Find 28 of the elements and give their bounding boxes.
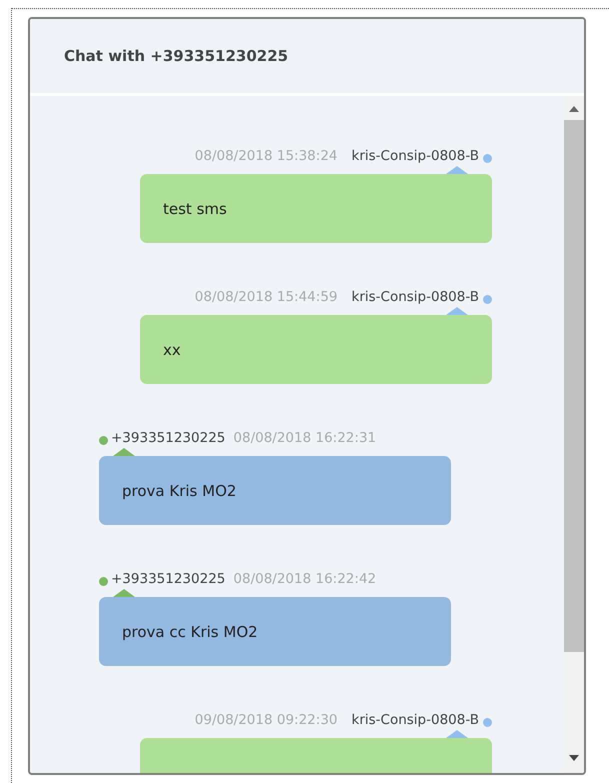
status-dot: [483, 294, 492, 304]
bubble-pointer-icon: [113, 589, 135, 597]
sender-name: kris-Consip-0808-B: [352, 289, 479, 305]
message-timestamp: 08/08/2018 16:22:31: [233, 430, 376, 446]
message-text: test sms: [163, 200, 227, 218]
status-dot: [483, 154, 492, 162]
message-timestamp: 08/08/2018 15:44:59: [194, 289, 338, 305]
message-timestamp: 08/08/2018 15:38:24: [194, 148, 338, 164]
scroll-down-icon[interactable]: [569, 755, 579, 761]
message-text: prova cc Kris MO2: [122, 622, 258, 640]
message-text: xx: [163, 340, 181, 358]
bubble-pointer-icon: [113, 448, 135, 456]
status-dot: [483, 718, 492, 726]
message-timestamp: 09/08/2018 09:22:30: [194, 712, 338, 728]
sender-name: kris-Consip-0808-B: [352, 712, 479, 728]
scroll-up-icon[interactable]: [569, 106, 579, 112]
message-timestamp: 08/08/2018 16:22:42: [233, 571, 376, 587]
scrollbar-thumb[interactable]: [564, 120, 584, 652]
status-dot: [99, 576, 108, 586]
message-text: prova Kris MO2: [122, 482, 236, 500]
bubble-pointer-icon: [446, 166, 468, 174]
bubble-pointer-icon: [446, 307, 468, 315]
chat-title: Chat with +393351230225: [64, 47, 288, 65]
sender-name: +393351230225: [111, 571, 226, 587]
sender-name: +393351230225: [111, 430, 226, 446]
status-dot: [99, 436, 108, 444]
sender-name: kris-Consip-0808-B: [352, 148, 479, 164]
bubble-pointer-icon: [446, 730, 468, 738]
